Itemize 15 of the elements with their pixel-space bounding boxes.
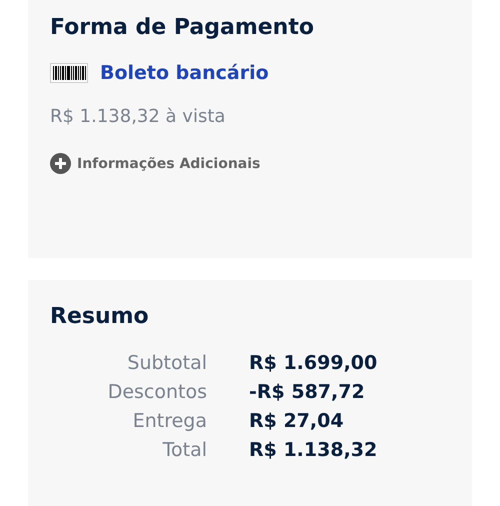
summary-value: -R$ 587,72 bbox=[249, 380, 366, 405]
summary-label: Descontos bbox=[106, 380, 207, 405]
summary-value: R$ 27,04 bbox=[249, 409, 345, 434]
summary-label: Total bbox=[162, 438, 207, 463]
more-info-link[interactable]: Informações Adicionais bbox=[77, 156, 260, 172]
payment-method: Boleto bancário bbox=[100, 62, 269, 84]
summary-label: Entrega bbox=[132, 409, 207, 434]
summary-value: R$ 1.699,00 bbox=[249, 351, 378, 376]
summary-value: R$ 1.138,32 bbox=[249, 438, 378, 463]
section-title: Forma de Pagamento bbox=[50, 14, 315, 42]
summary-label: Subtotal bbox=[126, 351, 207, 376]
price-text: R$ 1.138,32 à vista bbox=[50, 106, 226, 127]
barcode-icon bbox=[50, 63, 88, 83]
section-title: Resumo bbox=[50, 303, 150, 331]
plus-icon[interactable] bbox=[50, 153, 71, 174]
